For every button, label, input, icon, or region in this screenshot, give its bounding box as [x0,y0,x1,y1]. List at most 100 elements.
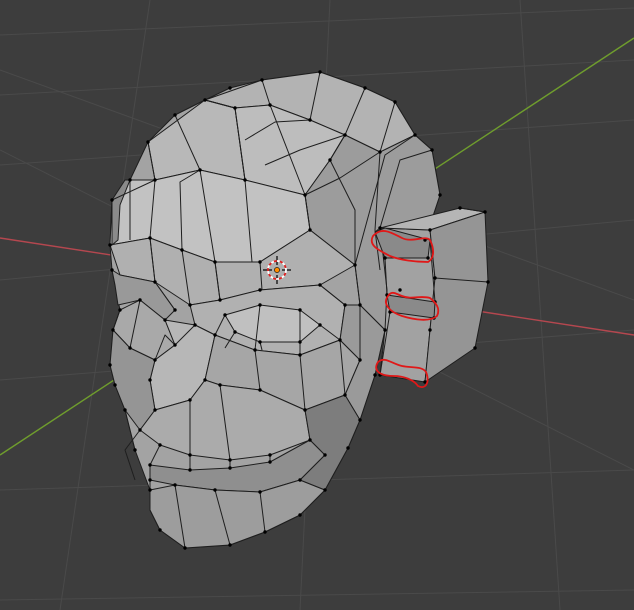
mesh-vertex[interactable] [218,298,222,302]
mesh-vertex[interactable] [228,543,232,547]
mesh-vertex[interactable] [428,328,432,332]
mesh-vertex[interactable] [203,98,207,102]
mesh-vertex[interactable] [363,86,367,90]
mesh-vertex[interactable] [173,483,177,487]
mesh-vertex[interactable] [328,158,332,162]
mesh-vertex[interactable] [213,333,217,337]
mesh-vertex[interactable] [383,256,387,260]
mesh-vertex[interactable] [346,446,350,450]
mesh-vertex[interactable] [180,248,184,252]
mesh-vertex[interactable] [138,428,142,432]
mesh-vertex[interactable] [438,193,442,197]
mesh-vertex[interactable] [148,463,152,467]
mesh-vertex[interactable] [153,408,157,412]
mesh-vertex[interactable] [193,323,197,327]
mesh-vertex[interactable] [298,353,302,357]
mesh-vertex[interactable] [268,103,272,107]
mesh-vertex[interactable] [188,468,192,472]
mesh-vertex[interactable] [153,178,157,182]
mesh-vertex[interactable] [260,78,264,82]
mesh-vertex[interactable] [258,388,262,392]
mesh-vertex[interactable] [433,276,437,280]
mesh-vertex[interactable] [318,70,322,74]
mesh-vertex[interactable] [158,528,162,532]
mesh-vertex[interactable] [108,243,112,247]
mesh-vertex[interactable] [343,303,347,307]
mesh-vertex[interactable] [153,280,157,284]
mesh-vertex[interactable] [343,393,347,397]
mesh-vertex[interactable] [223,313,227,317]
mesh-vertex[interactable] [353,263,357,267]
mesh-vertex[interactable] [148,378,152,382]
mesh-vertex[interactable] [358,358,362,362]
mesh-vertex[interactable] [258,490,262,494]
mesh-vertex[interactable] [263,530,267,534]
mesh-vertex[interactable] [148,236,152,240]
mesh-vertex[interactable] [486,280,490,284]
mesh-vertex[interactable] [123,408,127,412]
mesh-vertex[interactable] [378,150,382,154]
mesh-vertex[interactable] [188,453,192,457]
mesh-vertex[interactable] [298,340,302,344]
mesh-vertex[interactable] [113,383,117,387]
mesh-vertex[interactable] [173,343,177,347]
mesh-vertex[interactable] [428,228,432,232]
mesh-vertex[interactable] [373,373,377,377]
mesh-vertex[interactable] [378,226,382,230]
mesh-vertex[interactable] [213,260,217,264]
mesh-vertex[interactable] [473,346,477,350]
mesh-vertex[interactable] [203,378,207,382]
mesh-vertex[interactable] [128,178,132,182]
mesh-vertex[interactable] [213,488,217,492]
mesh-vertex[interactable] [398,288,402,292]
mesh-vertex[interactable] [318,323,322,327]
mesh-vertex[interactable] [308,228,312,232]
mesh-vertex[interactable] [483,210,487,214]
mesh-vertex[interactable] [338,338,342,342]
mesh-vertex[interactable] [268,460,272,464]
mesh-vertex[interactable] [188,398,192,402]
mesh-vertex[interactable] [318,283,322,287]
mesh-vertex[interactable] [323,453,327,457]
mesh-vertex[interactable] [138,298,142,302]
mesh-vertex[interactable] [118,308,122,312]
mesh-vertex[interactable] [163,318,167,322]
mesh-vertex[interactable] [298,308,302,312]
mesh-vertex[interactable] [358,418,362,422]
mesh-vertex[interactable] [298,478,302,482]
mesh-vertex[interactable] [133,448,137,452]
mesh-vertex[interactable] [128,346,132,350]
mesh-vertex[interactable] [426,256,430,260]
mesh-vertex[interactable] [298,513,302,517]
mesh-vertex[interactable] [323,488,327,492]
mesh-vertex[interactable] [148,478,152,482]
mesh-vertex[interactable] [383,328,387,332]
mesh-vertex[interactable] [258,303,262,307]
mesh-vertex[interactable] [258,340,262,344]
mesh-vertex[interactable] [218,383,222,387]
mesh-vertex[interactable] [153,358,157,362]
mesh-vertex[interactable] [148,488,152,492]
mesh-vertex[interactable] [198,168,202,172]
mesh-vertex[interactable] [146,140,150,144]
mesh-vertex[interactable] [393,100,397,104]
mesh-vertex[interactable] [173,308,177,312]
mesh-vertex[interactable] [111,328,115,332]
mesh-vertex[interactable] [258,260,262,264]
mesh-vertex[interactable] [458,206,462,210]
mesh-vertex[interactable] [258,288,262,292]
mesh-vertex[interactable] [110,198,114,202]
mesh-vertex[interactable] [173,113,177,117]
mesh-vertex[interactable] [188,303,192,307]
mesh-vertex[interactable] [358,303,362,307]
mesh-vertex[interactable] [243,178,247,182]
mesh-vertex[interactable] [430,148,434,152]
mesh-vertex[interactable] [110,268,114,272]
3d-viewport[interactable] [0,0,634,610]
mesh-vertex[interactable] [228,458,232,462]
mesh-vertex[interactable] [228,86,232,90]
mesh-vertex[interactable] [108,363,112,367]
mesh-vertex[interactable] [228,466,232,470]
mesh-vertex[interactable] [303,408,307,412]
mesh-vertex[interactable] [308,438,312,442]
